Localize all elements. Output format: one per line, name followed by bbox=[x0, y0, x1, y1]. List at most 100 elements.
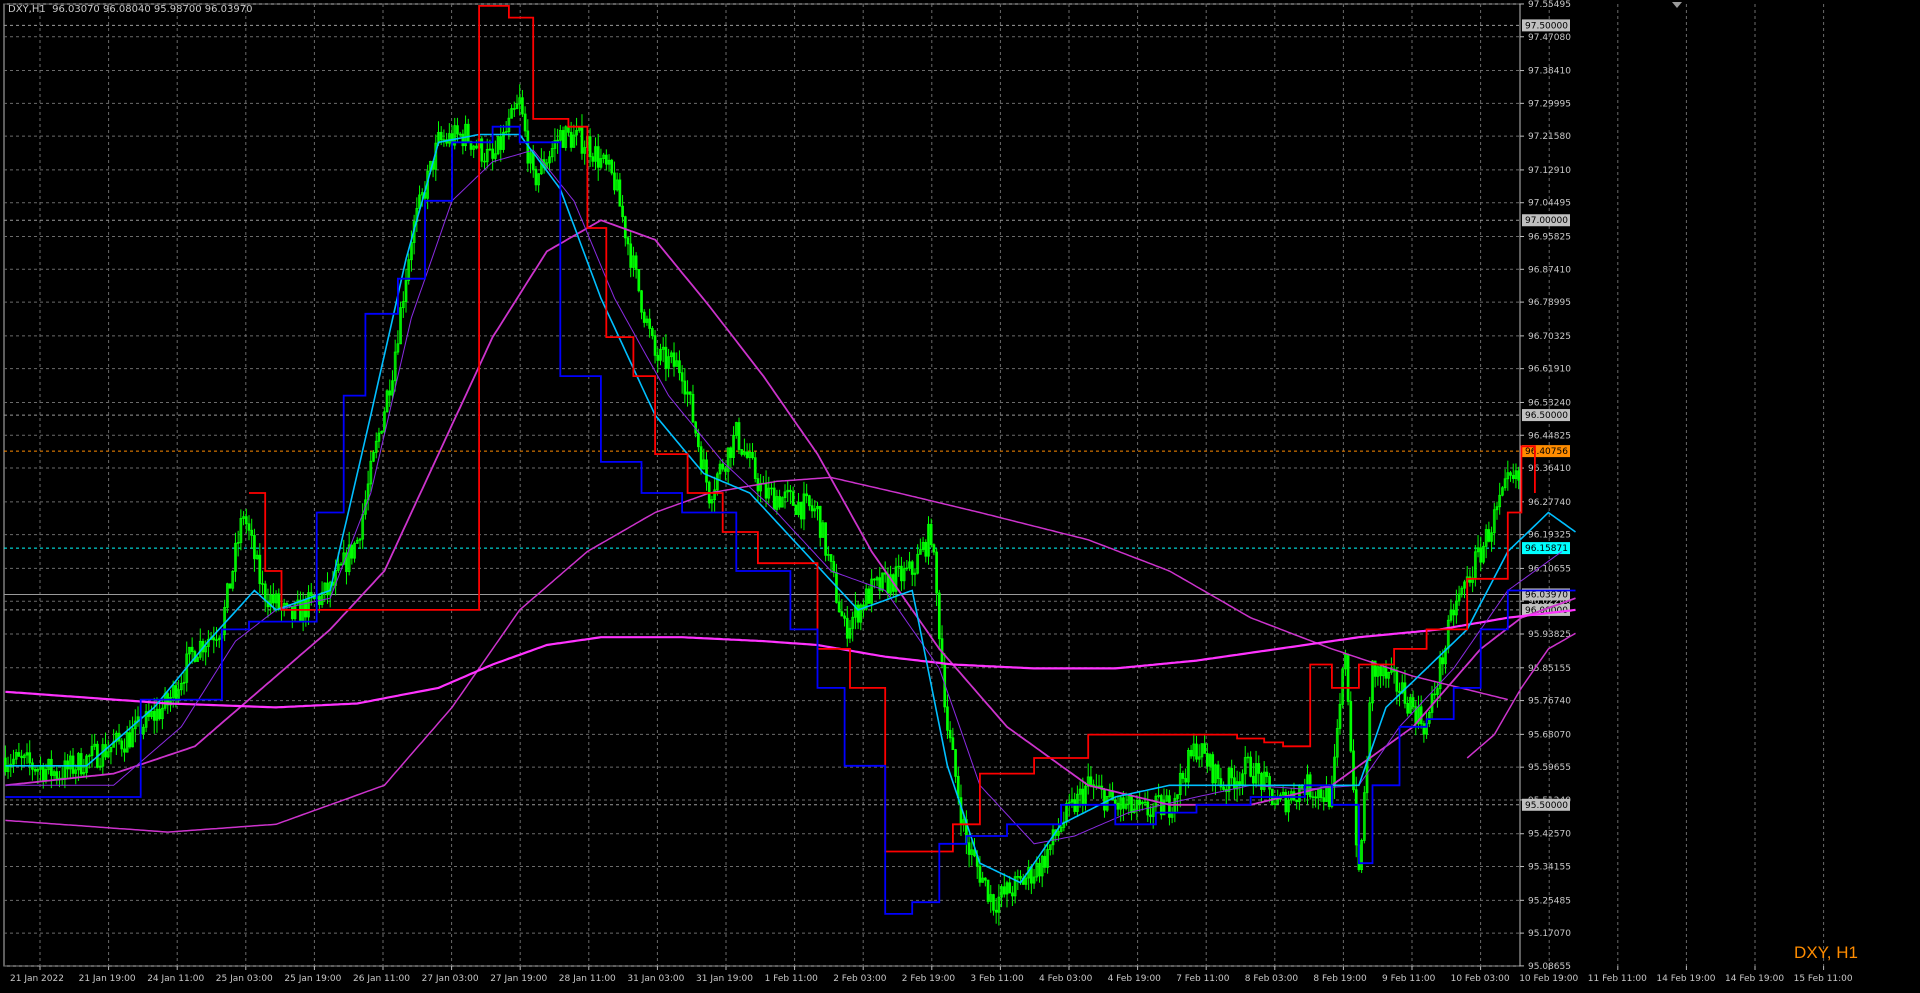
x-tick-label: 15 Feb 11:00 bbox=[1794, 974, 1853, 984]
candle-body bbox=[458, 133, 462, 136]
y-tick-label: 95.08655 bbox=[1528, 962, 1571, 972]
candle-body bbox=[1406, 702, 1410, 714]
y-tick-label: 96.61910 bbox=[1528, 365, 1571, 375]
candle-body bbox=[1216, 764, 1220, 780]
candle-body bbox=[778, 496, 781, 508]
x-tick-label: 8 Feb 19:00 bbox=[1313, 974, 1367, 984]
candle-body bbox=[1273, 803, 1277, 806]
candle-body bbox=[466, 123, 470, 142]
candle-body bbox=[580, 127, 584, 154]
x-tick-label: 2 Feb 19:00 bbox=[902, 974, 956, 984]
candle-body bbox=[1398, 690, 1401, 694]
y-tick-label: 96.44825 bbox=[1528, 431, 1571, 441]
price-chart[interactable]: 21 Jan 2022 21 Jan 19:00 24 Jan 11:00 25 Ja… bbox=[0, 0, 1920, 989]
candle-body bbox=[17, 752, 21, 757]
x-tick-label: 21 Jan 2022 bbox=[10, 974, 64, 984]
y-tick-label: 97.29995 bbox=[1528, 99, 1571, 109]
candle-body bbox=[924, 541, 928, 557]
candle-body bbox=[388, 390, 392, 396]
candle-body bbox=[794, 505, 798, 515]
candle-body bbox=[1384, 667, 1388, 679]
y-tick-label: 97.47080 bbox=[1528, 33, 1571, 43]
candle-body bbox=[770, 487, 773, 490]
chart-shift-icon[interactable] bbox=[1672, 2, 1682, 8]
candle-body bbox=[66, 760, 69, 770]
candle-body bbox=[978, 865, 982, 883]
candle-body bbox=[994, 909, 998, 913]
candle-body bbox=[856, 604, 860, 623]
y-tick-label: 97.55495 bbox=[1528, 0, 1571, 10]
candle-body bbox=[1138, 799, 1141, 805]
candle-body bbox=[285, 603, 289, 606]
candle-body bbox=[613, 172, 616, 191]
chart-canvas[interactable]: 21 Jan 2022 21 Jan 19:00 24 Jan 11:00 25 Ja… bbox=[0, 0, 1920, 989]
x-tick-label: 4 Feb 03:00 bbox=[1039, 974, 1093, 984]
candle-body bbox=[1517, 470, 1520, 481]
price-level-label: 96.50000 bbox=[1525, 411, 1568, 421]
candle-body bbox=[20, 755, 23, 759]
price-level-label: 96.40756 bbox=[1525, 447, 1568, 457]
x-tick-label: 25 Jan 03:00 bbox=[216, 974, 273, 984]
candle-body bbox=[1511, 474, 1515, 479]
candle-body bbox=[1130, 795, 1133, 813]
x-tick-label: 25 Jan 19:00 bbox=[284, 974, 341, 984]
candle-body bbox=[504, 131, 508, 133]
candle-body bbox=[50, 758, 53, 776]
candle-body bbox=[531, 152, 535, 170]
candle-body bbox=[764, 483, 768, 499]
candle-body bbox=[1314, 796, 1317, 799]
candle-body bbox=[651, 328, 654, 337]
candle-body bbox=[212, 637, 216, 641]
candle-body bbox=[1195, 743, 1198, 760]
candle-body bbox=[772, 487, 776, 510]
x-tick-label: 10 Feb 03:00 bbox=[1451, 974, 1510, 984]
candle-body bbox=[1038, 862, 1041, 877]
candle-body bbox=[272, 594, 275, 604]
candle-body bbox=[740, 449, 744, 455]
ma-slow-upper-line bbox=[5, 476, 1508, 833]
candle-body bbox=[1122, 797, 1125, 809]
candle-body bbox=[174, 685, 178, 701]
y-tick-label: 96.53240 bbox=[1528, 398, 1571, 408]
candle-body bbox=[1203, 743, 1206, 754]
candle-body bbox=[1222, 786, 1225, 790]
candle-body bbox=[1238, 781, 1242, 785]
candle-body bbox=[691, 393, 695, 423]
candle-body bbox=[1143, 801, 1147, 804]
candle-body bbox=[986, 879, 990, 902]
candle-body bbox=[79, 753, 83, 775]
candle-body bbox=[1509, 472, 1512, 476]
candle-body bbox=[623, 216, 627, 239]
candle-body bbox=[897, 565, 901, 568]
candle-body bbox=[491, 148, 494, 159]
candle-body bbox=[128, 732, 132, 748]
candle-body bbox=[309, 592, 313, 597]
candle-body bbox=[843, 615, 846, 619]
candle-body bbox=[724, 468, 727, 472]
candle-body bbox=[1354, 789, 1358, 846]
candle-body bbox=[699, 446, 703, 470]
price-level-label: 97.00000 bbox=[1525, 216, 1568, 226]
candle-body bbox=[805, 493, 809, 497]
candle-body bbox=[1349, 700, 1353, 752]
candle-body bbox=[932, 544, 936, 553]
candle-body bbox=[1184, 778, 1188, 783]
candle-body bbox=[818, 505, 822, 538]
x-tick-label: 28 Jan 11:00 bbox=[559, 974, 616, 984]
candle-body bbox=[190, 646, 194, 653]
candle-body bbox=[120, 740, 124, 750]
candle-body bbox=[900, 565, 903, 582]
x-tick-label: 10 Feb 19:00 bbox=[1519, 974, 1578, 984]
y-tick-label: 96.95825 bbox=[1528, 233, 1571, 243]
candle-body bbox=[672, 352, 676, 367]
candle-body bbox=[456, 125, 459, 135]
candle-body bbox=[1395, 670, 1399, 692]
candle-body bbox=[929, 523, 933, 546]
candle-body bbox=[512, 108, 516, 110]
candle-body bbox=[247, 523, 251, 531]
candle-body bbox=[215, 639, 218, 641]
candle-body bbox=[1116, 802, 1120, 810]
x-tick-label: 14 Feb 19:00 bbox=[1656, 974, 1715, 984]
candle-body bbox=[350, 544, 354, 559]
candle-body bbox=[1246, 756, 1250, 759]
